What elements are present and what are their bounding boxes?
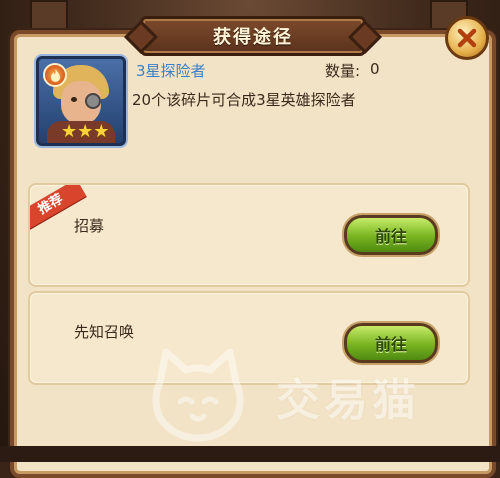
dialog-title: 获得途径 — [213, 27, 293, 48]
source-label: 先知召唤 — [74, 323, 135, 341]
hero-portrait: ★ ★ ★ — [36, 56, 126, 146]
dialog-title-plaque: 获得途径 — [140, 16, 366, 56]
item-name: 3星探险者 — [136, 62, 206, 80]
source-card-prophet-summon: 先知召唤 前往 — [28, 291, 470, 385]
close-button[interactable] — [445, 16, 489, 60]
quantity-value: 0 — [370, 60, 380, 78]
star-icon: ★ — [61, 121, 78, 142]
portrait-eyepatch — [85, 93, 101, 109]
star-rating: ★ ★ ★ — [61, 123, 109, 141]
item-description: 20个该碎片可合成3星英雄探险者 — [132, 91, 356, 109]
portrait-eye — [71, 97, 77, 102]
quantity-label: 数量: — [325, 62, 361, 80]
source-label: 招募 — [74, 217, 105, 235]
go-button[interactable]: 前往 — [344, 323, 438, 363]
go-button[interactable]: 前往 — [344, 215, 438, 255]
fire-icon — [43, 63, 67, 87]
star-icon: ★ — [93, 121, 110, 142]
source-card-recruit: 推荐 招募 前往 — [28, 183, 470, 287]
star-icon: ★ — [77, 121, 94, 142]
close-x-icon — [457, 28, 477, 48]
go-button-label: 前往 — [374, 227, 407, 246]
go-button-label: 前往 — [374, 335, 407, 354]
bottom-bar — [0, 446, 500, 462]
